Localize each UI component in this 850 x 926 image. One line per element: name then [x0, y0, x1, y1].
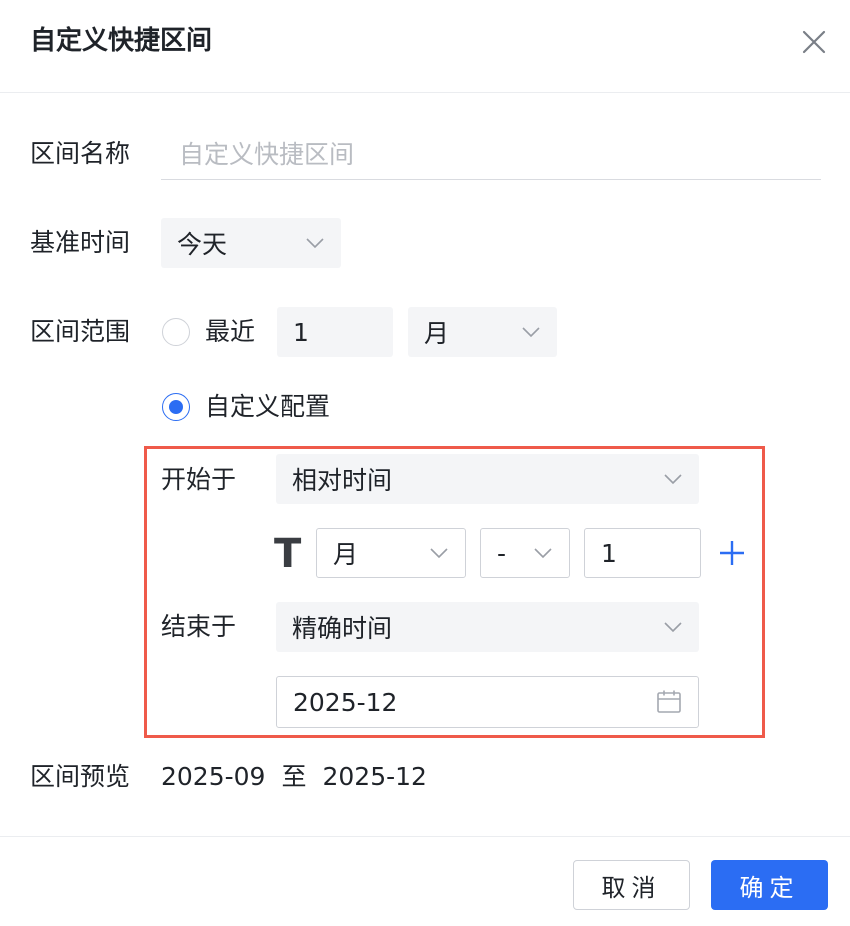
name-field-wrapper	[161, 132, 821, 180]
dialog-title: 自定义快捷区间	[30, 26, 213, 56]
preview-to: 至	[281, 762, 307, 791]
name-input[interactable]	[161, 132, 821, 176]
ok-button[interactable]: 确定	[711, 860, 828, 910]
custom-config-radio[interactable]	[162, 393, 190, 421]
recent-radio[interactable]	[162, 318, 190, 346]
recent-count-input[interactable]: 1	[277, 307, 393, 357]
preview-label: 区间预览	[30, 762, 131, 791]
preview-start: 2025-09	[161, 762, 266, 791]
start-type-value: 相对时间	[292, 466, 393, 495]
close-icon[interactable]	[798, 26, 830, 58]
relative-value-input[interactable]: 1	[584, 528, 701, 578]
relative-unit-select[interactable]: 月	[316, 528, 466, 578]
chevron-down-icon	[534, 548, 552, 559]
recent-unit-select[interactable]: 月	[408, 307, 557, 357]
chevron-down-icon	[306, 238, 324, 249]
relative-op-select[interactable]: -	[480, 528, 570, 578]
cancel-button[interactable]: 取消	[573, 860, 690, 910]
preview-end: 2025-12	[322, 762, 427, 791]
preview-range: 2025-09 至 2025-12	[161, 757, 427, 797]
base-time-value: 今天	[177, 230, 228, 259]
chevron-down-icon	[430, 548, 448, 559]
name-label: 区间名称	[30, 139, 131, 168]
end-type-select[interactable]: 精确时间	[276, 602, 699, 652]
footer-divider	[0, 836, 850, 837]
header-divider	[0, 92, 850, 93]
end-date-picker[interactable]: 2025-12	[276, 676, 699, 728]
relative-value-text: 1	[601, 538, 617, 568]
recent-count-value: 1	[293, 317, 309, 347]
radio-selected-dot	[169, 400, 183, 414]
base-time-label: 基准时间	[30, 228, 131, 257]
calendar-icon	[657, 690, 681, 713]
range-label: 区间范围	[30, 317, 131, 346]
today-symbol: T	[274, 531, 302, 577]
recent-unit-value: 月	[424, 319, 450, 348]
chevron-down-icon	[664, 622, 682, 633]
relative-op-value: -	[497, 538, 507, 568]
base-time-select[interactable]: 今天	[161, 218, 341, 268]
end-type-value: 精确时间	[292, 614, 393, 643]
custom-config-label: 自定义配置	[205, 392, 331, 421]
chevron-down-icon	[522, 327, 540, 338]
chevron-down-icon	[664, 474, 682, 485]
end-label: 结束于	[161, 612, 237, 641]
start-label: 开始于	[161, 465, 237, 494]
start-type-select[interactable]: 相对时间	[276, 454, 699, 504]
relative-unit-value: 月	[333, 540, 359, 569]
add-icon[interactable]	[716, 537, 748, 569]
end-date-value: 2025-12	[293, 687, 398, 717]
recent-label: 最近	[205, 317, 256, 346]
